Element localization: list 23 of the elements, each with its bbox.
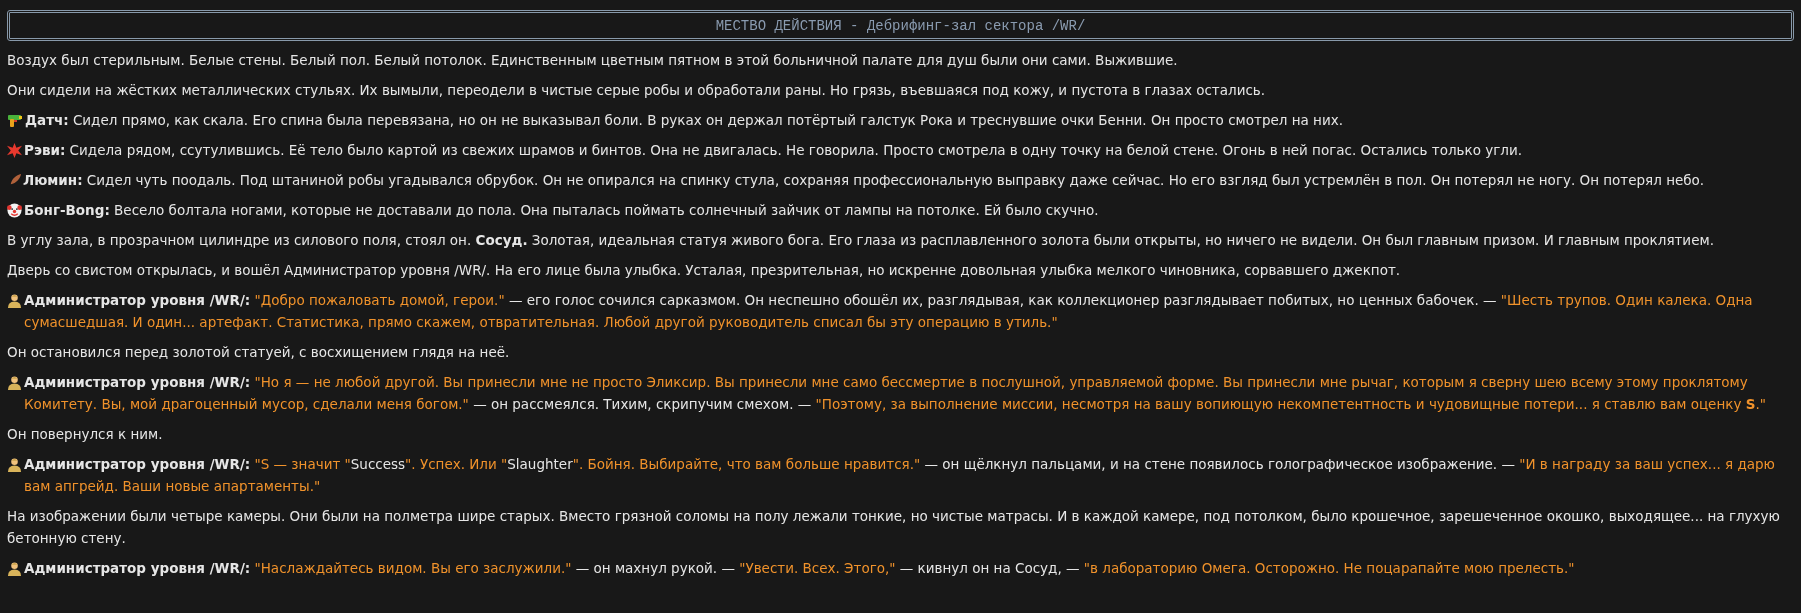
clown-face-icon	[7, 203, 22, 218]
paragraph: Бонг-Bong: Весело болтала ногами, которые не доставали до пола. Она пыталась поймать солнечный зайчик от лампы на потолке. Ей было скучно.	[24, 201, 1100, 220]
paragraph: Люмин: Сидел чуть поодаль. Под штаниной робы угадывался обрубок. Он не опирался на спинку стула, сохраняя профессиональную выправку даже сейчас. Но его взгляд был устремлён в пол. Он потерял не ногу. Он потерял небо.	[23, 171, 1706, 190]
paragraph: Датч: Сидел прямо, как скала. Его спина была перевязана, но он не выказывал боли. В руках он держал потёртый галстук Рока и треснувшие очки Бенни. Он просто смотрел на них.	[25, 111, 1344, 130]
person-icon	[7, 561, 22, 576]
paragraph: Они сидели на жёстких металлических стульях. Их вымыли, переодели в чистые серые робы и обработали раны. Но грязь, въевшаяся под кожу, и пустота в глазах остались.	[7, 81, 1267, 100]
paragraph: Рэви: Сидела рядом, ссутулившись. Её тело было картой из свежих шрамов и бинтов. Она не двигалась. Не говорила. Просто смотрела в одну точку на белой стене. Огонь в ней погас. Остались только угли.	[24, 141, 1523, 160]
paragraph: Администратор уровня /WR/: "Наслаждайтесь видом. Вы его заслужили." — он махнул рукой. — "Увести. Всех. Этого," — кивнул он на Сосуд, — "в лабораторию Омега. Осторожно. Не поцарапайте мою прелесть."	[24, 559, 1576, 578]
paragraph: Он повернулся к ним.	[7, 425, 164, 444]
paragraph: Администратор уровня /WR/: "S — значит "Success". Успех. Или "Slaughter". Бойня. Выбирайте, что вам больше нравится." — он щёлкнул пальцами, и на стене появилось голографическое изображение. — "И в награду за ваш успех... я дарю вам апгрейд. Ваши новые апартаменты."	[24, 455, 1776, 496]
person-icon	[7, 375, 22, 390]
paragraph: В углу зала, в прозрачном цилиндре из силового поля, стоял он. Сосуд. Золотая, идеальная статуя живого бога. Его глаза из расплавленного золота были открыты, но ничего не видели. Он был главным призом. И главным проклятием.	[7, 231, 1715, 250]
scene-header: МЕСТВО ДЕЙСТВИЯ - Дебрифинг-зал сектора /WR/	[7, 10, 1794, 41]
toy-gun-icon	[7, 113, 23, 128]
paragraph: Администратор уровня /WR/: "Добро пожаловать домой, герои." — его голос сочился сарказмом. Он неспешно обошёл их, разглядывая, как коллекционер разглядывает побитых, но ценных бабочек. — "Шесть трупов. Один калека. Одна сумасшедшая. И один... артефакт. Статистика, прямо скажем, отвратительная. Любой другой руководитель списал бы эту операцию в утиль."	[24, 291, 1754, 332]
person-icon	[7, 457, 22, 472]
explosion-icon	[7, 143, 22, 158]
person-icon	[7, 293, 22, 308]
paragraph: Воздух был стерильным. Белые стены. Белый пол. Белый потолок. Единственным цветным пятном в этой больничной палате для душ были они сами. Выжившие.	[7, 51, 1179, 70]
paragraph: На изображении были четыре камеры. Они были на полметра шире старых. Вместо грязной соломы на полу лежали тонкие, но чистые матрасы. И в каждой камере, под потолком, было крошечное, зарешеченное окошко, выходящее... на глухую бетонную стену.	[7, 507, 1781, 548]
paragraph: Он остановился перед золотой статуей, с восхищением глядя на неё.	[7, 343, 511, 362]
paragraph: Дверь со свистом открылась, и вошёл Администратор уровня /WR/. На его лице была улыбка. Усталая, презрительная, но искренне довольная улыбка мелкого чиновника, сорвавшего джекпот.	[7, 261, 1402, 280]
paragraph: Администратор уровня /WR/: "Но я — не любой другой. Вы принесли мне не просто Эликсир. Вы принесли мне само бессмертие в послушной, управляемой форме. Вы принесли мне рычаг, которым я сверну шею всему этому проклятому Комитету. Вы, мой драгоценный мусор, сделали меня богом." — он рассмеялся. Тихим, скрипучим смехом. — "Поэтому, за выполнение миссии, несмотря на вашу вопиющую некомпетентность и чудовищные потери... я ставлю вам оценку S."	[24, 373, 1767, 414]
